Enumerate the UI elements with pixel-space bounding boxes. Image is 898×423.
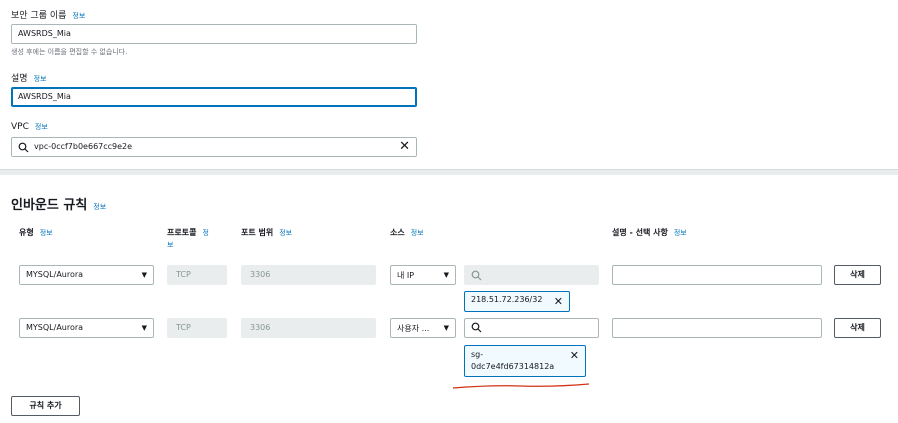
info-link[interactable]: 정보 <box>411 229 424 237</box>
section-divider <box>0 169 898 175</box>
sg-name-input[interactable]: AWSRDS_Mia <box>11 24 417 44</box>
source-token-text: 0dc7e4fd67314812a <box>471 362 555 371</box>
protocol-field: TCP <box>167 265 227 285</box>
source-search-input[interactable] <box>464 265 599 285</box>
col-header-port-text: 포트 범위 <box>241 228 274 237</box>
rule-type-select[interactable]: MYSQL/Aurora ▼ <box>19 318 154 338</box>
caret-down-icon: ▼ <box>141 324 147 332</box>
info-link[interactable]: 정보 <box>34 75 47 83</box>
protocol-field: TCP <box>167 318 227 338</box>
info-link[interactable]: 정 <box>202 229 208 237</box>
source-token: 218.51.72.236/32 ✕ <box>464 291 570 312</box>
col-header-source: 소스 정보 <box>390 227 424 238</box>
inbound-rules-title-text: 인바운드 규칙 <box>11 198 88 213</box>
info-link[interactable]: 정보 <box>674 229 687 237</box>
vpc-value: vpc-0ccf7b0e667cc9e2e <box>34 142 133 151</box>
delete-rule-button[interactable]: 삭제 <box>834 318 881 338</box>
col-header-type-text: 유형 <box>19 228 34 237</box>
vpc-select[interactable]: vpc-0ccf7b0e667cc9e2e ✕ <box>11 137 417 157</box>
vpc-label: VPC 정보 <box>11 122 48 132</box>
rule-type-select[interactable]: MYSQL/Aurora ▼ <box>19 265 154 285</box>
col-header-description-text: 설명 - 선택 사항 <box>612 228 668 237</box>
col-header-source-text: 소스 <box>390 228 405 237</box>
info-link[interactable]: 정보 <box>93 203 106 211</box>
info-link[interactable]: 정보 <box>279 229 292 237</box>
col-header-protocol: 프로토콜 정보 <box>167 227 209 251</box>
sg-name-hint: 생성 후에는 이름을 편집할 수 없습니다. <box>11 48 128 56</box>
source-select[interactable]: 사용자 ... ▼ <box>390 318 456 338</box>
source-select[interactable]: 내 IP ▼ <box>390 265 456 285</box>
sg-name-label: 보안 그룹 이름 정보 <box>11 8 85 21</box>
description-label: 설명 정보 <box>11 71 46 84</box>
source-value: 사용자 ... <box>397 324 430 333</box>
port-range-field: 3306 <box>241 265 376 285</box>
rule-type-value: MYSQL/Aurora <box>26 323 84 332</box>
search-icon <box>471 270 482 281</box>
description-label-text: 설명 <box>11 74 28 84</box>
description-input[interactable]: AWSRDS_Mia <box>11 87 417 107</box>
info-link[interactable]: 정보 <box>35 123 48 131</box>
caret-down-icon: ▼ <box>443 324 449 332</box>
col-header-description: 설명 - 선택 사항 정보 <box>612 227 687 238</box>
col-header-port: 포트 범위 정보 <box>241 227 292 238</box>
delete-rule-button[interactable]: 삭제 <box>834 265 881 285</box>
col-header-type: 유형 정보 <box>19 227 53 238</box>
annotation-underline <box>452 383 590 389</box>
info-link[interactable]: 정보 <box>72 12 85 20</box>
source-token-text: 218.51.72.236/32 <box>471 295 543 304</box>
clear-icon[interactable]: ✕ <box>399 140 410 153</box>
sg-name-label-text: 보안 그룹 이름 <box>11 11 67 21</box>
search-icon <box>471 322 482 333</box>
rule-description-input[interactable] <box>612 318 822 338</box>
source-token: sg- 0dc7e4fd67314812a ✕ <box>464 345 586 377</box>
source-value: 내 IP <box>397 271 415 280</box>
search-icon <box>18 142 29 153</box>
rule-type-value: MYSQL/Aurora <box>26 270 84 279</box>
col-header-protocol-text: 프로토콜 <box>167 228 197 237</box>
caret-down-icon: ▼ <box>443 271 449 279</box>
vpc-label-text: VPC <box>11 122 29 132</box>
rule-description-input[interactable] <box>612 265 822 285</box>
port-range-field: 3306 <box>241 318 376 338</box>
remove-token-icon[interactable]: ✕ <box>570 350 579 361</box>
add-rule-button[interactable]: 규칙 추가 <box>11 396 80 416</box>
remove-token-icon[interactable]: ✕ <box>554 296 563 307</box>
info-link[interactable]: 정보 <box>40 229 53 237</box>
caret-down-icon: ▼ <box>141 271 147 279</box>
info-link[interactable]: 보 <box>167 241 173 249</box>
source-search-input[interactable] <box>464 318 599 338</box>
source-token-text: sg- <box>471 350 484 359</box>
inbound-rules-title: 인바운드 규칙 정보 <box>11 194 106 213</box>
